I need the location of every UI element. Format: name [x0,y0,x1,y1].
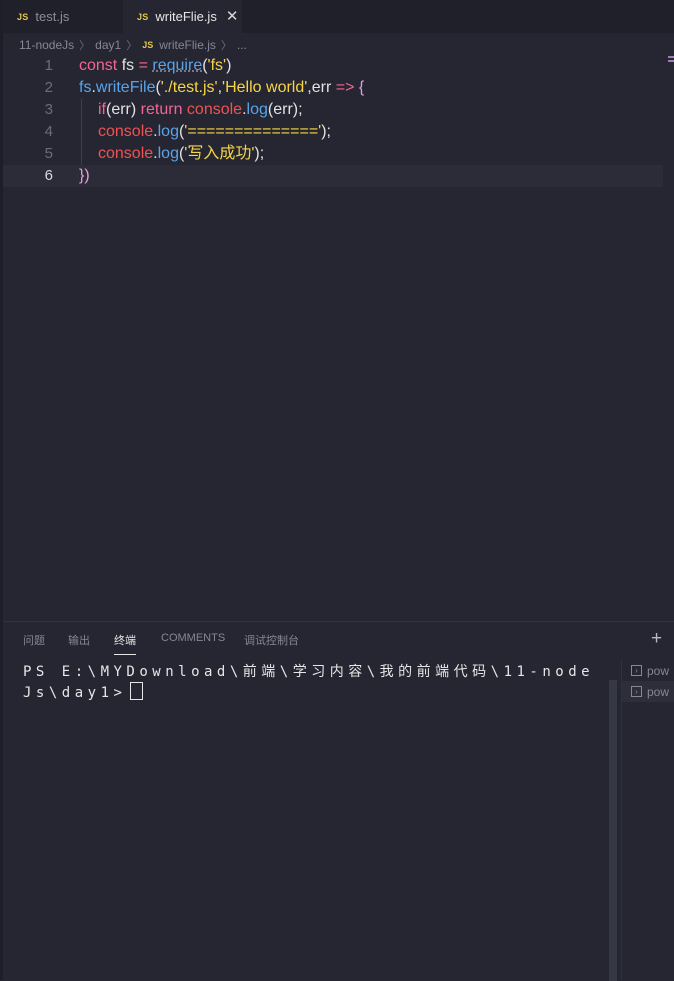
code-line[interactable]: 5 console.log('写入成功'); [3,143,663,165]
terminal-list-item[interactable]: › pow [622,660,674,681]
code-text: fs.writeFile('./test.js','Hello world',e… [79,79,365,96]
minimap[interactable] [668,56,674,66]
terminal-name: pow [647,684,670,699]
code-line[interactable]: 2 fs.writeFile('./test.js','Hello world'… [3,77,663,99]
bottom-panel: 问题 输出 终端 COMMENTS 调试控制台 + PS E:\MYDownlo… [3,621,674,981]
code-line-current[interactable]: 6 }) [3,165,663,187]
line-number: 6 [44,167,53,184]
breadcrumb-file[interactable]: writeFlie.js [159,38,216,52]
code-line[interactable]: 1 const fs = require('fs') [3,55,663,77]
line-number: 3 [44,101,53,118]
terminal-list-item[interactable]: › pow [622,681,674,702]
line-number: 5 [44,145,53,162]
code-text: }) [79,167,90,184]
terminal-icon: › [631,686,642,697]
breadcrumb-folder[interactable]: 11-nodeJs [19,38,74,52]
tab-problems[interactable]: 问题 [23,632,45,654]
chevron-right-icon: 〉 [79,40,91,52]
breadcrumb-folder[interactable]: day1 [95,38,121,52]
tab-label: test.js [35,9,70,24]
tab-output[interactable]: 输出 [68,632,90,654]
chevron-right-icon: 〉 [220,40,232,52]
breadcrumb-more[interactable]: ... [237,38,247,52]
code-text: console.log('写入成功'); [98,145,265,162]
terminal-cursor [130,682,144,700]
js-file-icon: JS [17,11,29,22]
editor-tab-bar: JS test.js JS writeFlie.js ✕ [3,0,674,33]
code-text: const fs = require('fs') [79,57,232,74]
tab-terminal[interactable]: 终端 [114,632,136,655]
tab-debug-console[interactable]: 调试控制台 [244,632,299,654]
line-number: 1 [44,57,53,74]
add-terminal-icon[interactable]: + [651,628,662,650]
code-line[interactable]: 4 console.log('=============='); [3,121,663,143]
terminal-name: pow [647,663,670,678]
tab-test-js[interactable]: JS test.js [17,0,122,33]
tab-writeflie-js[interactable]: JS writeFlie.js ✕ [123,0,242,33]
terminal-output[interactable]: PS E:\MYDownload\前端\学习内容\我的前端代码\11-nodeJ… [23,662,603,703]
tab-label: writeFlie.js [155,9,217,24]
js-file-icon: JS [142,40,154,50]
breadcrumb: 11-nodeJs 〉 day1 〉 JS writeFlie.js 〉 ... [19,35,247,55]
chevron-right-icon: 〉 [126,40,138,52]
terminal-icon: › [631,665,642,676]
line-number: 2 [44,79,53,96]
terminal-prompt: PS E:\MYDownload\前端\学习内容\我的前端代码\11-nodeJ… [23,664,595,701]
code-text: if(err) return console.log(err); [98,101,303,118]
code-line[interactable]: 3 if(err) return console.log(err); [3,99,663,121]
terminal-list: › pow › pow [621,660,674,980]
js-file-icon: JS [137,11,149,22]
line-number: 4 [44,123,53,140]
code-text: console.log('=============='); [98,123,331,140]
close-icon[interactable]: ✕ [226,9,239,24]
code-editor[interactable]: 1 const fs = require('fs') 2 fs.writeFil… [3,55,674,621]
tab-comments[interactable]: COMMENTS [161,632,225,654]
terminal-scrollbar[interactable] [609,680,617,981]
